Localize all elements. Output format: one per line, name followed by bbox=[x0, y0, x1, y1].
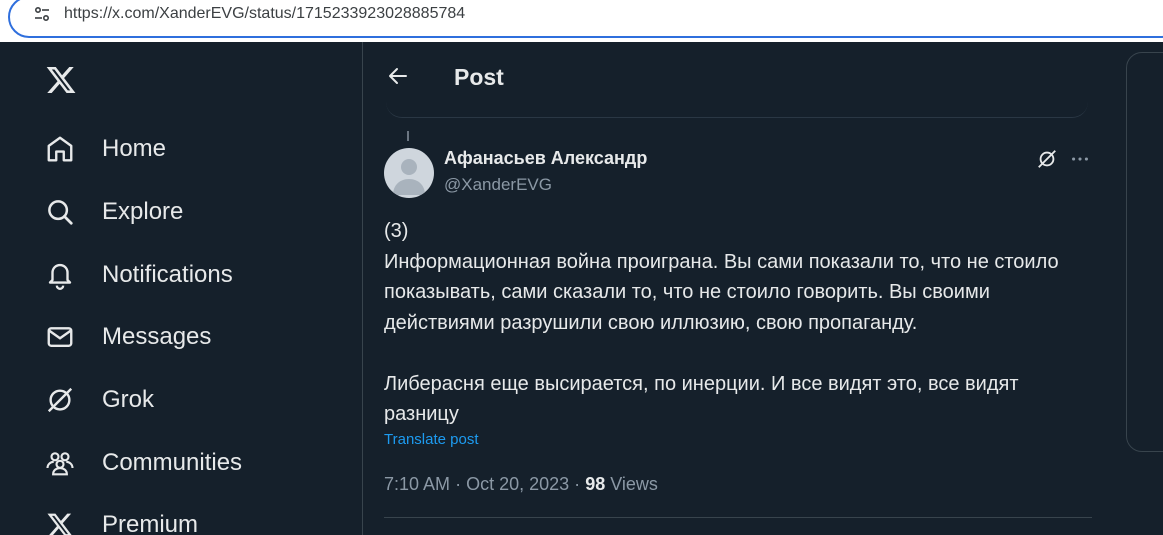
home-icon bbox=[44, 133, 76, 165]
post-text: (3) Информационная война проиграна. Вы с… bbox=[384, 220, 1059, 425]
sidebar-item-messages[interactable]: Messages bbox=[44, 317, 211, 357]
url-field[interactable]: https://x.com/XanderEVG/status/171523392… bbox=[8, 0, 1163, 38]
search-icon bbox=[44, 196, 76, 228]
sidebar-item-communities[interactable]: Communities bbox=[44, 443, 242, 483]
bell-icon bbox=[44, 259, 76, 291]
translate-post-link[interactable]: Translate post bbox=[384, 431, 479, 448]
post-time[interactable]: 7:10 AM bbox=[384, 474, 450, 494]
x-logo-icon[interactable] bbox=[44, 64, 78, 96]
sidebar-item-label: Home bbox=[102, 135, 167, 162]
tune-icon[interactable] bbox=[34, 6, 50, 22]
avatar[interactable] bbox=[384, 148, 434, 198]
author-name[interactable]: Афанасьев Александр bbox=[444, 148, 647, 169]
sidebar-item-premium[interactable]: Premium bbox=[44, 505, 198, 535]
x-logo-icon bbox=[44, 509, 76, 535]
sidebar-item-label: Notifications bbox=[102, 261, 233, 288]
grok-icon bbox=[44, 384, 76, 416]
sidebar-item-label: Explore bbox=[102, 198, 184, 225]
post-meta: 7:10 AM · Oct 20, 2023 · 98 Views bbox=[384, 474, 658, 495]
post-date[interactable]: Oct 20, 2023 bbox=[466, 474, 569, 494]
mail-icon bbox=[44, 321, 76, 353]
main-column: Post Афанасьев Александр @XanderEVG (3) … bbox=[364, 42, 1112, 535]
sidebar-item-explore[interactable]: Explore bbox=[44, 192, 183, 232]
author-handle[interactable]: @XanderEVG bbox=[444, 175, 552, 195]
meta-separator: · bbox=[574, 474, 581, 494]
header-divider bbox=[386, 102, 1088, 118]
sidebar-item-label: Communities bbox=[102, 449, 243, 476]
sidebar: Home Explore Notifications Messages Grok… bbox=[0, 42, 363, 535]
meta-separator: · bbox=[455, 474, 462, 494]
right-sidebar bbox=[1126, 42, 1163, 535]
right-sidebar-card bbox=[1126, 52, 1163, 452]
sidebar-item-label: Premium bbox=[102, 511, 199, 535]
sidebar-item-label: Grok bbox=[102, 386, 155, 413]
browser-address-bar: https://x.com/XanderEVG/status/171523392… bbox=[0, 0, 1163, 42]
views-label: Views bbox=[610, 474, 658, 494]
divider bbox=[384, 517, 1092, 518]
views-count: 98 bbox=[585, 474, 606, 494]
sidebar-item-grok[interactable]: Grok bbox=[44, 380, 154, 420]
sidebar-item-notifications[interactable]: Notifications bbox=[44, 255, 233, 295]
grok-icon[interactable] bbox=[1036, 148, 1058, 170]
communities-icon bbox=[44, 447, 76, 479]
sidebar-item-home[interactable]: Home bbox=[44, 129, 166, 169]
sidebar-item-label: Messages bbox=[102, 323, 212, 350]
arrow-left-icon[interactable] bbox=[386, 64, 410, 88]
thread-connector bbox=[407, 131, 409, 141]
url-text[interactable]: https://x.com/XanderEVG/status/171523392… bbox=[64, 5, 465, 23]
more-options-icon[interactable] bbox=[1069, 148, 1091, 170]
page-title: Post bbox=[454, 64, 504, 90]
